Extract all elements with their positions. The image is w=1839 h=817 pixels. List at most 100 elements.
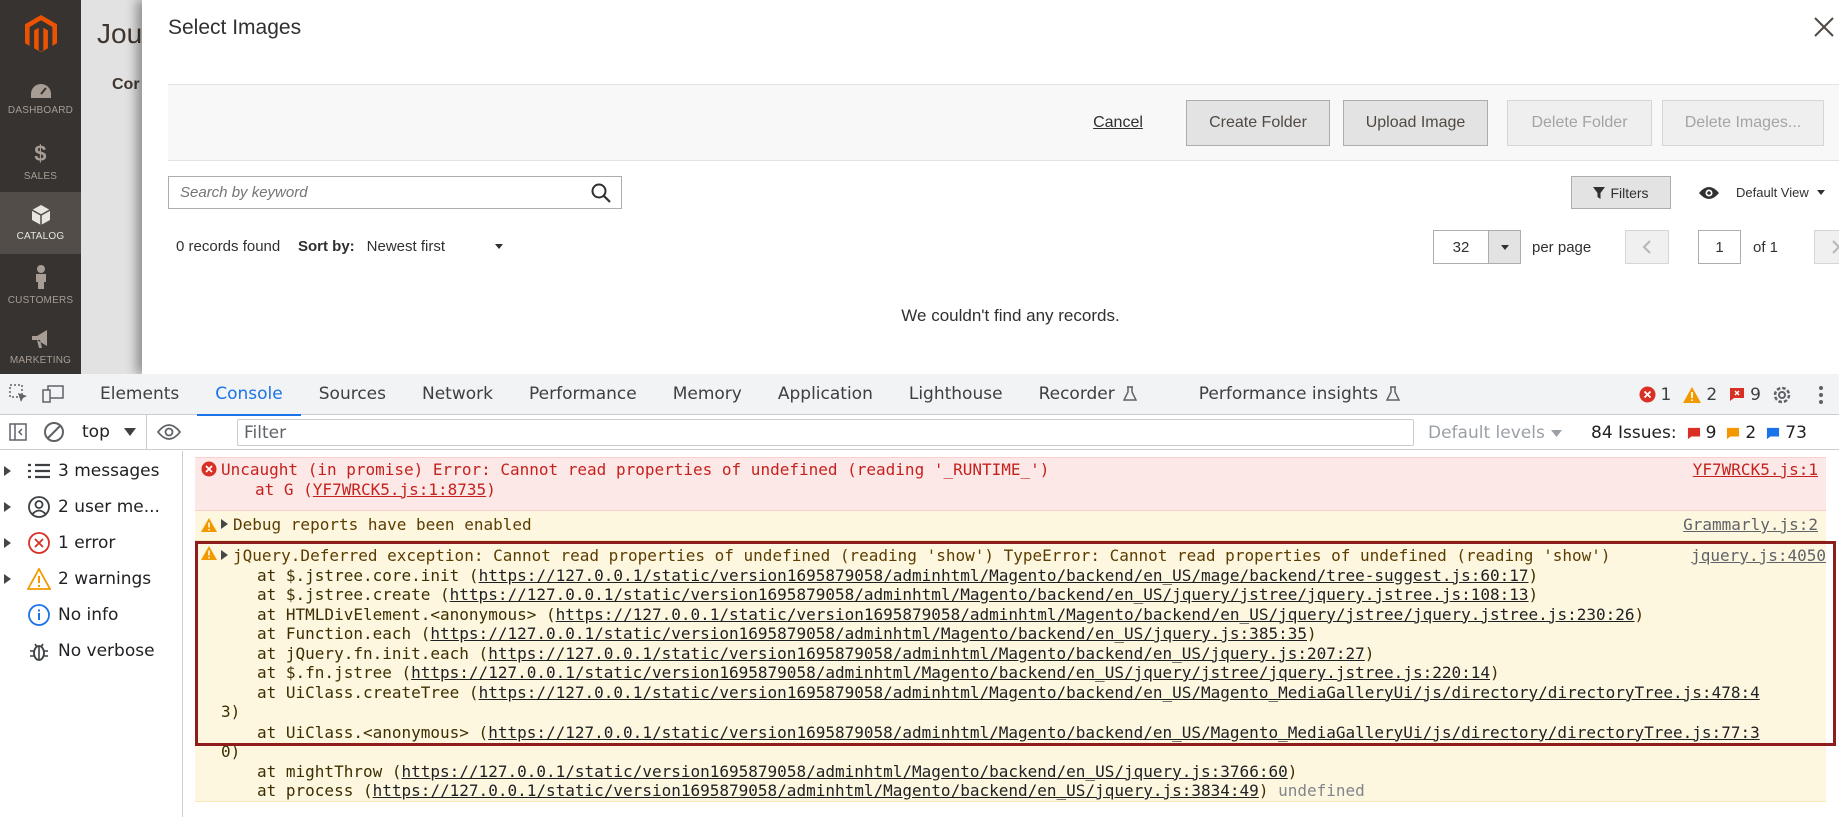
create-folder-button[interactable]: Create Folder — [1186, 100, 1330, 146]
nav-label: MARKETING — [9, 354, 72, 366]
upload-image-button[interactable]: Upload Image — [1343, 100, 1488, 146]
view-selector[interactable]: Default View — [1698, 176, 1825, 209]
source-link[interactable]: jquery.js:4050 — [1691, 546, 1826, 566]
source-link[interactable]: Grammarly.js:2 — [1683, 515, 1818, 535]
sidebar-item-info[interactable]: No info — [0, 597, 182, 633]
console-error-message[interactable]: Uncaught (in promise) Error: Cannot read… — [195, 457, 1826, 511]
tab-performance[interactable]: Performance — [511, 374, 655, 415]
page-input[interactable]: 1 — [1698, 230, 1741, 264]
nav-catalog[interactable]: CATALOG — [0, 192, 81, 254]
per-page-value: 32 — [1452, 238, 1470, 256]
issues-summary[interactable]: 84 Issues: 9 2 73 — [1591, 423, 1807, 443]
tab-performance-insights[interactable]: Performance insights — [1181, 374, 1418, 415]
expand-arrow-icon[interactable] — [221, 519, 228, 529]
issue-flag-icon — [1727, 427, 1740, 439]
sidebar-label: No verbose — [58, 641, 155, 661]
flask-icon — [1122, 386, 1137, 401]
console-warning-message[interactable]: Debug reports have been enabled Grammarl… — [195, 511, 1826, 541]
search-icon[interactable] — [581, 183, 621, 203]
keyword-search — [168, 176, 622, 209]
per-page-label: per page — [1532, 239, 1592, 256]
device-toolbar-icon[interactable] — [36, 374, 70, 415]
tab-elements[interactable]: Elements — [82, 374, 197, 415]
tab-recorder[interactable]: Recorder — [1021, 374, 1155, 415]
eye-icon[interactable] — [149, 412, 189, 453]
issues-blue-count: 73 — [1785, 423, 1807, 443]
sidebar-item-verbose[interactable]: No verbose — [0, 633, 182, 669]
page-subtitle: Cor — [112, 76, 140, 93]
nav-sales[interactable]: $ SALES — [0, 130, 81, 192]
eye-icon — [1699, 186, 1719, 199]
error-text: Uncaught (in promise) Error: Cannot read… — [221, 460, 1050, 479]
info-icon — [20, 604, 58, 626]
prev-page-button[interactable] — [1625, 230, 1669, 264]
sort-label: Sort by: — [298, 238, 355, 255]
console-warning-message[interactable]: jQuery.Deferred exception: Cannot read p… — [195, 541, 1836, 802]
stack-end: ) — [486, 479, 496, 499]
filters-button[interactable]: Filters — [1571, 176, 1671, 209]
chevron-down-icon — [123, 428, 136, 436]
issue-flag-icon — [1687, 427, 1700, 439]
warning-count-badge: 2 — [1683, 385, 1717, 405]
stack-frame: at mightThrow (https://127.0.0.1/static/… — [257, 761, 1298, 781]
megaphone-icon — [31, 329, 47, 348]
issues-blue: 73 — [1766, 423, 1807, 443]
magento-logo-icon[interactable] — [0, 0, 81, 68]
sidebar-toggle-icon[interactable] — [0, 412, 36, 453]
view-label: Default View — [1736, 185, 1809, 200]
chevron-down-icon — [1550, 429, 1562, 437]
chevron-left-icon — [1642, 240, 1651, 254]
delete-folder-button[interactable]: Delete Folder — [1507, 100, 1652, 146]
tab-application[interactable]: Application — [760, 374, 891, 415]
per-page-select[interactable]: 32 — [1433, 230, 1521, 264]
tab-memory[interactable]: Memory — [655, 374, 760, 415]
nav-label: SALES — [23, 170, 58, 182]
nav-label: CATALOG — [16, 230, 65, 242]
nav-dashboard[interactable]: DASHBOARD — [0, 68, 81, 130]
tab-console[interactable]: Console — [197, 374, 301, 416]
error-icon — [20, 532, 58, 554]
console-messages: Uncaught (in promise) Error: Cannot read… — [195, 457, 1836, 817]
stack-link[interactable]: https://127.0.0.1/static/version16958790… — [402, 762, 1288, 781]
error-count-badge: 1 — [1639, 385, 1671, 405]
levels-label: Default levels — [1428, 423, 1545, 443]
sidebar-item-user-messages[interactable]: 2 user me... — [0, 489, 182, 525]
issue-flag-icon — [1730, 388, 1745, 401]
bug-icon — [20, 640, 58, 662]
inspect-element-icon[interactable] — [2, 374, 36, 415]
search-input[interactable] — [169, 177, 581, 208]
filter-input[interactable]: Filter — [237, 419, 1414, 446]
tab-network[interactable]: Network — [404, 374, 511, 415]
next-page-button[interactable] — [1814, 230, 1839, 264]
delete-images-button[interactable]: Delete Images... — [1662, 100, 1824, 146]
nav-marketing[interactable]: MARKETING — [0, 316, 81, 378]
stack-link[interactable]: YF7WRCK5.js:1:8735 — [313, 480, 486, 499]
tab-lighthouse[interactable]: Lighthouse — [891, 374, 1021, 415]
nav-label: CUSTOMERS — [7, 294, 74, 306]
log-levels-select[interactable]: Default levels — [1428, 423, 1562, 443]
warning-count: 2 — [1706, 384, 1718, 405]
context-selector[interactable]: top — [72, 414, 147, 450]
chevron-down-icon[interactable] — [1488, 231, 1520, 263]
stack-link[interactable]: https://127.0.0.1/static/version16958790… — [373, 781, 1259, 800]
tab-sources[interactable]: Sources — [301, 374, 404, 415]
close-icon[interactable] — [1809, 12, 1839, 42]
screen: DASHBOARD $ SALES CATALOG CUSTOMERS MARK… — [0, 0, 1839, 817]
nav-customers[interactable]: CUSTOMERS — [0, 254, 81, 316]
cancel-button[interactable]: Cancel — [1078, 100, 1158, 146]
sidebar-item-errors[interactable]: 1 error — [0, 525, 182, 561]
tab-label: Recorder — [1038, 384, 1115, 404]
source-link[interactable]: YF7WRCK5.js:1 — [1693, 460, 1818, 480]
sort-select[interactable]: Newest first — [367, 238, 504, 255]
modal-title: Select Images — [168, 16, 302, 39]
more-vertical-icon[interactable] — [1803, 374, 1839, 415]
clear-console-icon[interactable] — [36, 412, 72, 453]
chevron-down-icon — [1816, 190, 1825, 195]
stack-fn: at G ( — [255, 479, 313, 499]
issues-red-count: 9 — [1705, 423, 1717, 443]
sidebar-item-warnings[interactable]: 2 warnings — [0, 561, 182, 597]
issues-yellow: 2 — [1726, 423, 1756, 443]
gear-icon[interactable] — [1761, 374, 1803, 415]
sidebar-item-messages[interactable]: 3 messages — [0, 453, 182, 489]
status-badges[interactable]: 1 2 9 — [1639, 374, 1761, 415]
